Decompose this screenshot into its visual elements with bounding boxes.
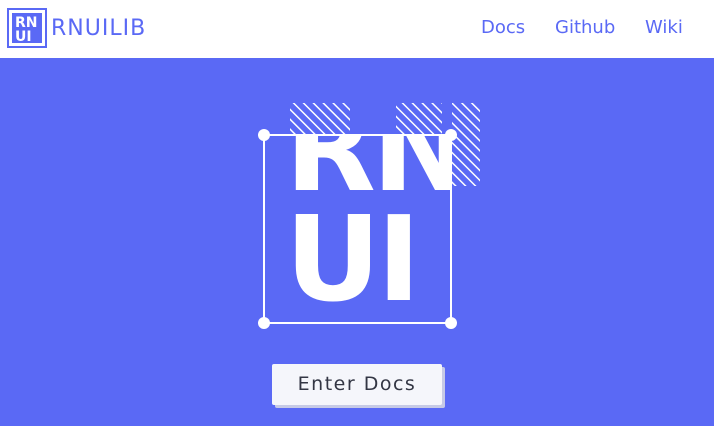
logo-icon[interactable]: RN UI: [7, 8, 47, 48]
nav-link-wiki[interactable]: Wiki: [645, 17, 683, 39]
enter-docs-button[interactable]: Enter Docs: [272, 364, 442, 405]
nav-link-docs[interactable]: Docs: [481, 17, 525, 39]
top-navbar: RN UI RNUILIB Docs Github Wiki: [0, 0, 714, 58]
frame-handle-top-right[interactable]: [445, 129, 457, 141]
frame-handle-bottom-right[interactable]: [445, 317, 457, 329]
svg-text:UI: UI: [15, 29, 32, 45]
nav-link-github[interactable]: Github: [555, 17, 615, 39]
frame-handle-top-left[interactable]: [258, 129, 270, 141]
hero-logo-line-2: UI: [285, 190, 417, 328]
frame-handle-bottom-left[interactable]: [258, 317, 270, 329]
brand-name[interactable]: RNUILIB: [51, 16, 146, 42]
